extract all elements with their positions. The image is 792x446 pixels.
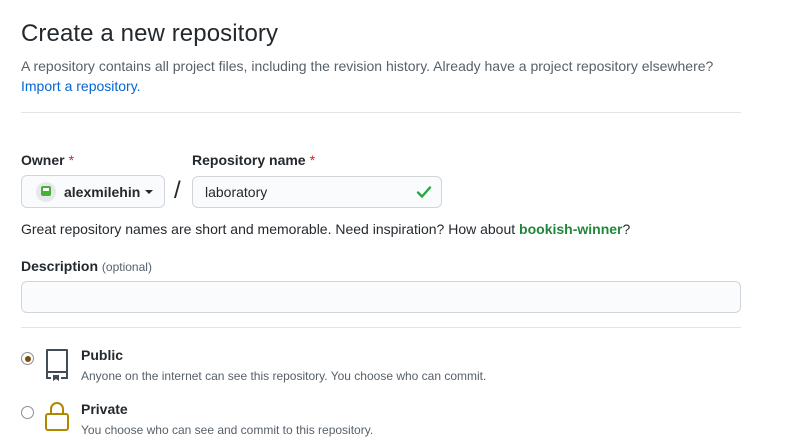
owner-select-button[interactable]: alexmilehin bbox=[21, 175, 165, 208]
owner-required-mark: * bbox=[68, 152, 75, 168]
name-suggestion-link[interactable]: bookish-winner bbox=[519, 221, 622, 237]
description-label: Description (optional) bbox=[21, 258, 152, 274]
page-title: Create a new repository bbox=[21, 20, 279, 47]
visibility-divider bbox=[21, 327, 741, 328]
owner-name-separator: / bbox=[174, 177, 181, 204]
owner-name: alexmilehin bbox=[64, 183, 141, 200]
repository-name-label: Repository name * bbox=[192, 152, 315, 168]
description-input[interactable] bbox=[21, 281, 741, 313]
owner-label-text: Owner bbox=[21, 152, 65, 168]
repository-name-required-mark: * bbox=[309, 152, 316, 168]
subtitle-text: A repository contains all project files,… bbox=[21, 58, 714, 74]
owner-label: Owner * bbox=[21, 152, 74, 168]
header-divider bbox=[21, 112, 741, 113]
private-radio[interactable] bbox=[21, 406, 34, 419]
hint-suffix: ? bbox=[622, 221, 631, 237]
description-label-text: Description bbox=[21, 258, 99, 274]
public-radio[interactable] bbox=[21, 352, 34, 365]
private-option-title: Private bbox=[81, 401, 128, 417]
repository-name-hint: Great repository names are short and mem… bbox=[21, 221, 630, 237]
public-option-title: Public bbox=[81, 347, 124, 363]
repository-name-field bbox=[192, 176, 442, 208]
public-option-description: Anyone on the internet can see this repo… bbox=[81, 369, 487, 383]
import-repository-link[interactable]: Import a repository. bbox=[21, 78, 141, 94]
identicon-avatar bbox=[36, 181, 56, 202]
description-optional-note: (optional) bbox=[101, 260, 152, 274]
private-option-description: You choose who can see and commit to thi… bbox=[81, 423, 374, 437]
check-icon bbox=[416, 186, 432, 198]
repository-name-input[interactable] bbox=[193, 177, 405, 207]
caret-down-icon bbox=[145, 190, 154, 194]
lock-icon bbox=[45, 402, 69, 431]
repository-name-label-text: Repository name bbox=[192, 152, 306, 168]
hint-text: Great repository names are short and mem… bbox=[21, 221, 516, 237]
repo-icon bbox=[46, 349, 68, 381]
page-subtitle: A repository contains all project files,… bbox=[21, 56, 751, 96]
